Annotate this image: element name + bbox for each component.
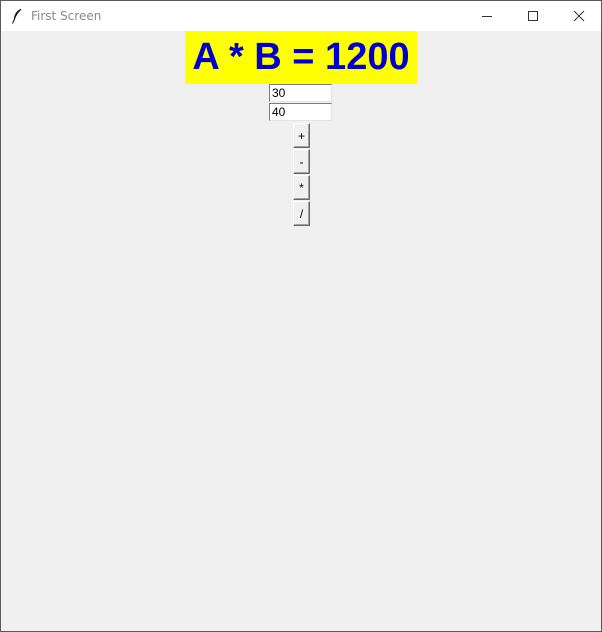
title-bar[interactable]: First Screen xyxy=(1,1,601,31)
client-area: A * B = 1200 + - * / xyxy=(1,31,601,631)
window-title: First Screen xyxy=(31,9,102,23)
feather-icon xyxy=(10,8,24,24)
divide-button[interactable]: / xyxy=(293,201,310,226)
minimize-icon xyxy=(482,16,492,17)
maximize-button[interactable] xyxy=(510,1,556,31)
minimize-button[interactable] xyxy=(464,1,510,31)
close-button[interactable] xyxy=(556,1,601,31)
result-label: A * B = 1200 xyxy=(185,31,417,84)
subtract-button[interactable]: - xyxy=(293,149,310,174)
multiply-button[interactable]: * xyxy=(293,175,310,200)
close-icon xyxy=(573,10,585,22)
b-input[interactable] xyxy=(269,103,332,121)
add-button[interactable]: + xyxy=(293,123,310,148)
maximize-icon xyxy=(528,11,538,21)
a-input[interactable] xyxy=(269,84,332,102)
app-window: First Screen A * B = 1200 + - * / xyxy=(0,0,602,632)
